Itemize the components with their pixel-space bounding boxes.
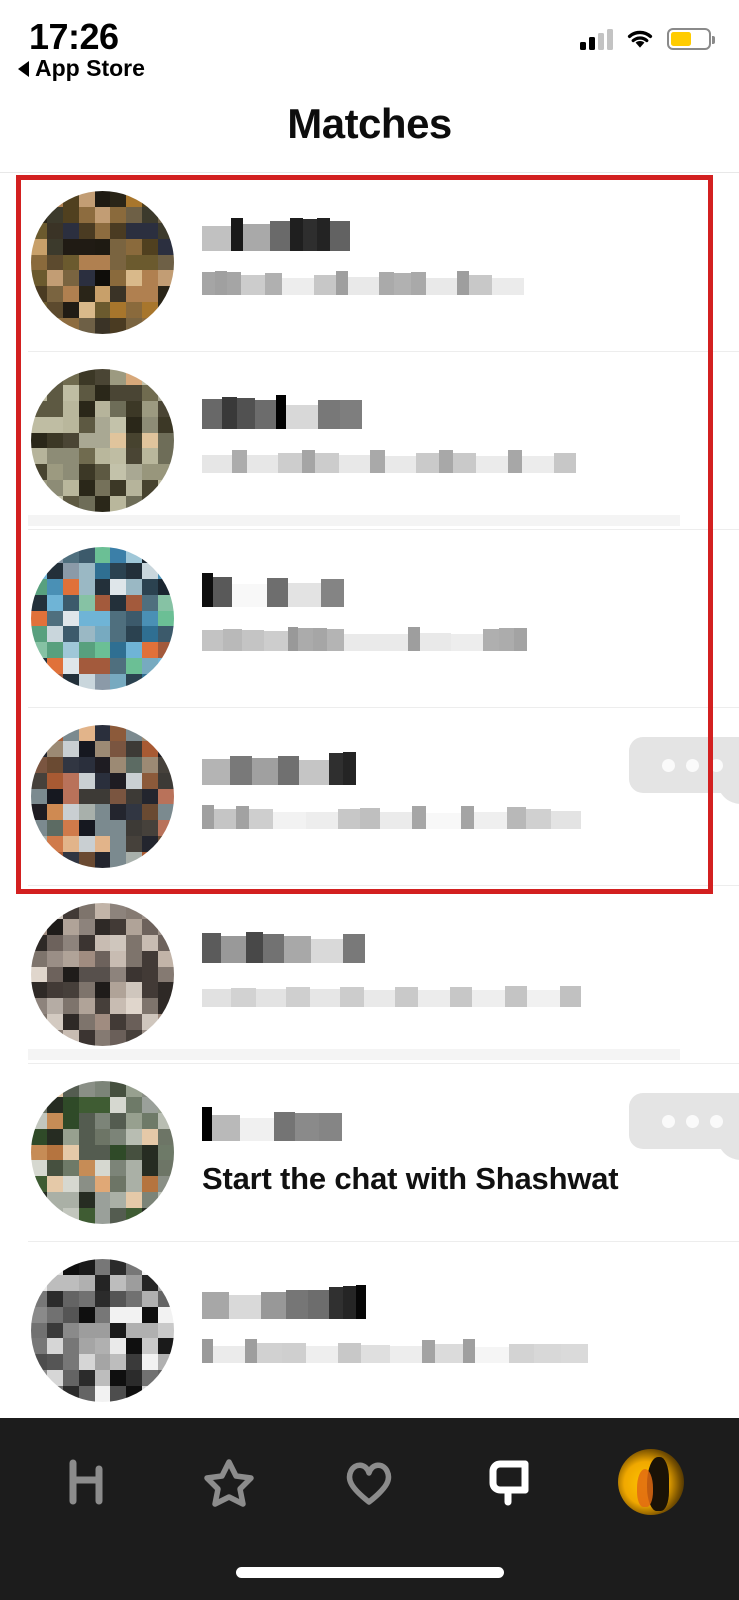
match-row-text	[202, 929, 581, 1007]
match-name	[202, 1107, 618, 1141]
match-avatar-5[interactable]	[31, 903, 174, 1046]
typing-indicator-bubble	[629, 737, 739, 804]
match-subtitle	[202, 627, 527, 651]
match-avatar-7[interactable]	[31, 1259, 174, 1402]
match-row[interactable]	[0, 351, 739, 529]
match-row[interactable]	[0, 707, 739, 885]
tab-profile[interactable]	[605, 1436, 697, 1528]
hinge-logo-icon	[69, 1459, 103, 1505]
tab-standouts[interactable]	[183, 1436, 275, 1528]
match-avatar-1[interactable]	[31, 191, 174, 334]
bottom-tab-bar	[0, 1418, 739, 1600]
match-name	[202, 929, 581, 963]
row-divider	[28, 529, 739, 530]
star-icon	[204, 1459, 254, 1507]
match-row[interactable]	[0, 173, 739, 351]
match-subtitle	[202, 1339, 588, 1363]
tab-matches[interactable]	[464, 1436, 556, 1528]
wifi-icon	[627, 30, 653, 48]
typing-dot	[709, 1114, 723, 1128]
row-divider	[28, 707, 739, 708]
match-name	[202, 751, 581, 785]
match-avatar-4[interactable]	[31, 725, 174, 868]
typing-dot	[685, 758, 699, 772]
back-to-app-store-link[interactable]: App Store	[18, 55, 145, 82]
tab-likes-you[interactable]	[323, 1436, 415, 1528]
match-avatar-2[interactable]	[31, 369, 174, 512]
typing-dot	[685, 1114, 699, 1128]
match-row-text: Start the chat with Shashwat	[202, 1107, 619, 1197]
match-subtitle	[202, 805, 581, 829]
matches-list[interactable]: Start the chat with Shashwat	[0, 173, 739, 1418]
heart-icon	[347, 1462, 392, 1505]
match-name	[202, 217, 524, 251]
row-divider	[28, 1063, 739, 1064]
status-bar-time: 17:26	[29, 16, 119, 57]
match-row-text	[202, 395, 576, 473]
typing-dot	[709, 758, 723, 772]
match-row-text	[202, 217, 524, 295]
home-indicator	[235, 1567, 504, 1578]
match-row-text	[202, 751, 581, 829]
match-row[interactable]	[0, 529, 739, 707]
row-divider	[28, 1241, 739, 1242]
match-row-text	[202, 1285, 588, 1363]
match-subtitle	[202, 271, 524, 295]
match-avatar-6[interactable]	[31, 1081, 174, 1224]
back-link-label: App Store	[35, 55, 145, 81]
row-divider	[28, 351, 739, 352]
match-row[interactable]	[0, 1241, 739, 1418]
row-divider	[28, 885, 739, 886]
typing-indicator-bubble	[629, 1093, 739, 1160]
back-caret-icon	[18, 60, 29, 77]
battery-icon	[667, 28, 715, 50]
typing-dot	[661, 758, 675, 772]
page-title: Matches	[287, 100, 452, 147]
chat-bubble-icon	[489, 1460, 529, 1506]
tab-discover[interactable]	[42, 1436, 134, 1528]
row-status-band	[28, 1049, 680, 1060]
match-row[interactable]: Start the chat with Shashwat	[0, 1063, 739, 1241]
match-subtitle: Start the chat with Shashwat	[202, 1161, 619, 1196]
match-subtitle	[202, 449, 576, 473]
cellular-signal-icon	[580, 28, 613, 50]
match-avatar-3[interactable]	[31, 547, 174, 690]
match-row[interactable]	[0, 885, 739, 1063]
match-name	[202, 573, 527, 607]
status-bar: 17:26 App Store	[0, 0, 739, 96]
row-status-band	[28, 515, 680, 526]
typing-dot	[661, 1114, 675, 1128]
match-row-text	[202, 573, 527, 651]
profile-avatar-icon	[617, 1449, 684, 1515]
status-bar-indicators	[580, 28, 715, 50]
match-subtitle	[202, 983, 581, 1007]
match-name	[202, 1285, 588, 1319]
phone-screen: 17:26 App Store Matches Start the chat w…	[0, 0, 739, 1600]
match-name	[202, 395, 576, 429]
